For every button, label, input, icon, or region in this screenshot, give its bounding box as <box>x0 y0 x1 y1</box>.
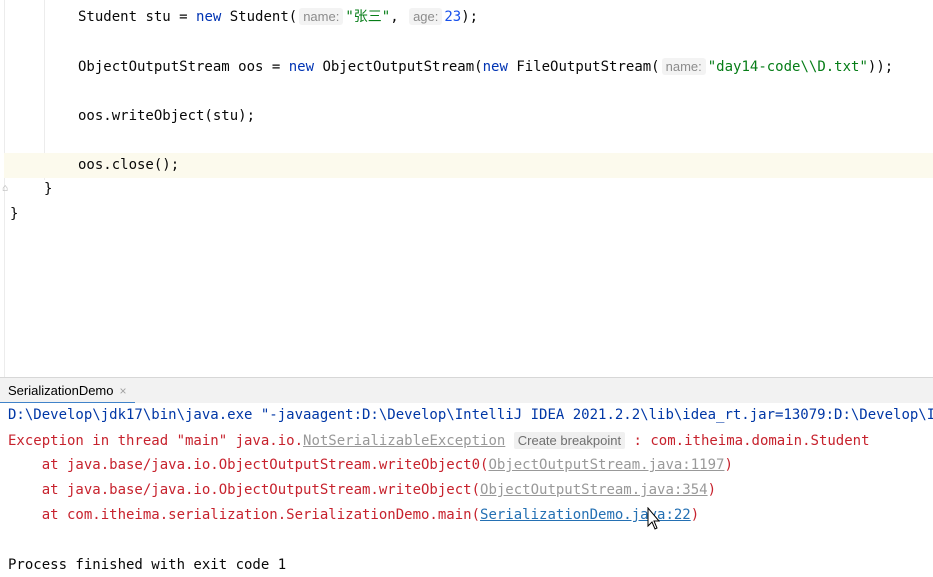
param-hint-name: name: <box>661 58 706 75</box>
fold-icon[interactable]: ⌂ <box>2 184 10 194</box>
stack-trace-link[interactable]: ObjectOutputStream.java:354 <box>480 482 708 498</box>
code-line-oos[interactable]: ObjectOutputStream oos = new ObjectOutpu… <box>78 54 893 79</box>
code-line-close[interactable]: oos.close(); <box>4 153 933 178</box>
param-hint-name: name: <box>299 8 344 25</box>
create-breakpoint-button[interactable]: Create breakpoint <box>513 432 626 449</box>
closing-brace-method: } <box>44 181 53 197</box>
code-editor[interactable]: Student stu = new Student(name: "张三", age… <box>0 0 933 377</box>
code-line-write[interactable]: oos.writeObject(stu); <box>78 104 255 129</box>
mouse-cursor-icon <box>647 507 660 530</box>
closing-brace-class: } <box>10 206 19 222</box>
console-command-line: D:\Develop\jdk17\bin\java.exe "-javaagen… <box>8 407 933 423</box>
param-hint-age: age: <box>409 8 443 25</box>
stack-trace-line: at java.base/java.io.ObjectOutputStream.… <box>8 482 717 498</box>
tab-label: SerializationDemo <box>8 383 114 398</box>
tab-serialization-demo[interactable]: SerializationDemo × <box>0 378 135 404</box>
exception-class-link[interactable]: NotSerializableException <box>303 433 505 449</box>
run-toolwindow-tabs: SerializationDemo × <box>0 377 933 404</box>
console-exit-line: Process finished with exit code 1 <box>8 557 287 573</box>
close-icon[interactable]: × <box>120 384 127 398</box>
stack-trace-link[interactable]: ObjectOutputStream.java:1197 <box>488 457 724 473</box>
stack-trace-line: at java.base/java.io.ObjectOutputStream.… <box>8 457 733 473</box>
console-exception-line: Exception in thread "main" java.io.NotSe… <box>8 432 870 449</box>
run-console[interactable]: D:\Develop\jdk17\bin\java.exe "-javaagen… <box>0 403 933 577</box>
stack-trace-line: at com.itheima.serialization.Serializati… <box>8 507 700 523</box>
code-line-student[interactable]: Student stu = new Student(name: "张三", age… <box>78 4 478 29</box>
